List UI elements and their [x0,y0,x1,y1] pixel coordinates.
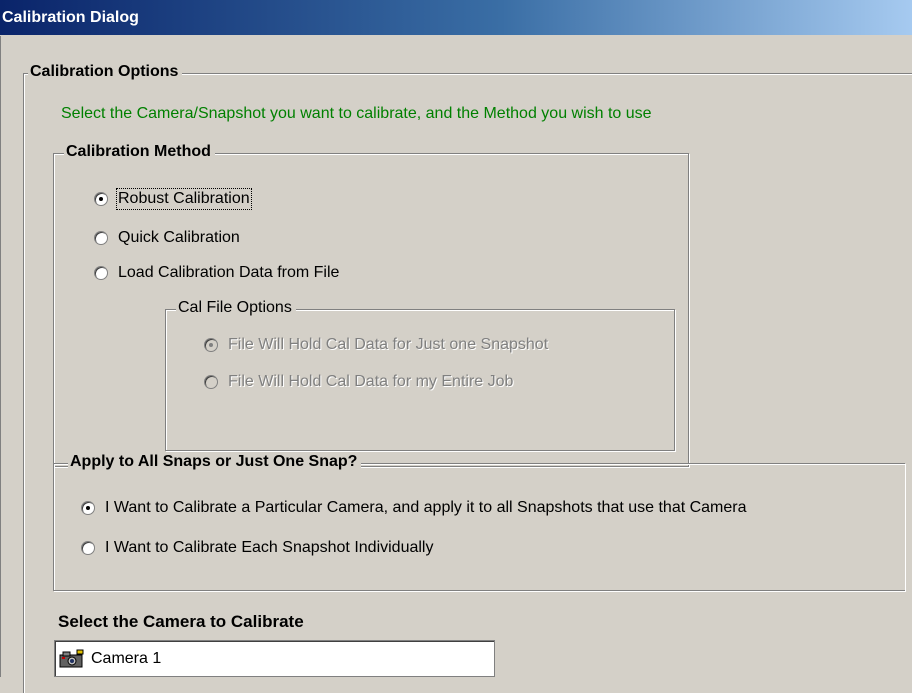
calibration-method-legend: Calibration Method [64,143,215,161]
radio-indicator[interactable] [94,266,108,280]
camera-item-label[interactable]: Camera 1 [91,650,161,668]
dialog-body: Calibration Options Select the Camera/Sn… [0,36,912,693]
radio-indicator[interactable] [81,501,95,515]
cal-file-one-snapshot-radio[interactable]: File Will Hold Cal Data for Just one Sna… [204,335,548,355]
radio-indicator[interactable] [81,541,95,555]
radio-label[interactable]: I Want to Calibrate a Particular Camera,… [105,499,747,517]
camera-list[interactable]: Camera 1 [54,640,495,677]
camera-icon [59,649,84,667]
apply-scope-legend: Apply to All Snaps or Just One Snap? [68,453,362,471]
radio-label[interactable]: Load Calibration Data from File [118,264,339,282]
radio-label[interactable]: File Will Hold Cal Data for my Entire Jo… [228,373,513,391]
cal-file-entire-job-radio[interactable]: File Will Hold Cal Data for my Entire Jo… [204,372,513,392]
radio-indicator[interactable] [204,375,218,389]
radio-label[interactable]: Quick Calibration [118,229,240,247]
calibrate-camera-radio[interactable]: I Want to Calibrate a Particular Camera,… [81,498,747,518]
radio-label[interactable]: Robust Calibration [116,188,252,210]
quick-calibration-radio[interactable]: Quick Calibration [94,228,240,248]
calibrate-each-snapshot-radio[interactable]: I Want to Calibrate Each Snapshot Indivi… [81,538,433,558]
load-calibration-file-radio[interactable]: Load Calibration Data from File [94,263,339,283]
radio-indicator[interactable] [94,231,108,245]
calibration-options-legend: Calibration Options [28,63,183,81]
radio-indicator[interactable] [204,338,218,352]
radio-indicator[interactable] [94,192,108,206]
robust-calibration-radio[interactable]: Robust Calibration [94,188,252,210]
window-title: Calibration Dialog [2,9,139,26]
instruction-text: Select the Camera/Snapshot you want to c… [61,105,652,122]
radio-label[interactable]: I Want to Calibrate Each Snapshot Indivi… [105,539,433,557]
title-bar: Calibration Dialog [0,0,912,35]
apply-scope-group: Apply to All Snaps or Just One Snap? [53,453,905,591]
cal-file-options-legend: Cal File Options [176,299,296,317]
select-camera-label: Select the Camera to Calibrate [58,612,304,631]
radio-label[interactable]: File Will Hold Cal Data for Just one Sna… [228,336,548,354]
